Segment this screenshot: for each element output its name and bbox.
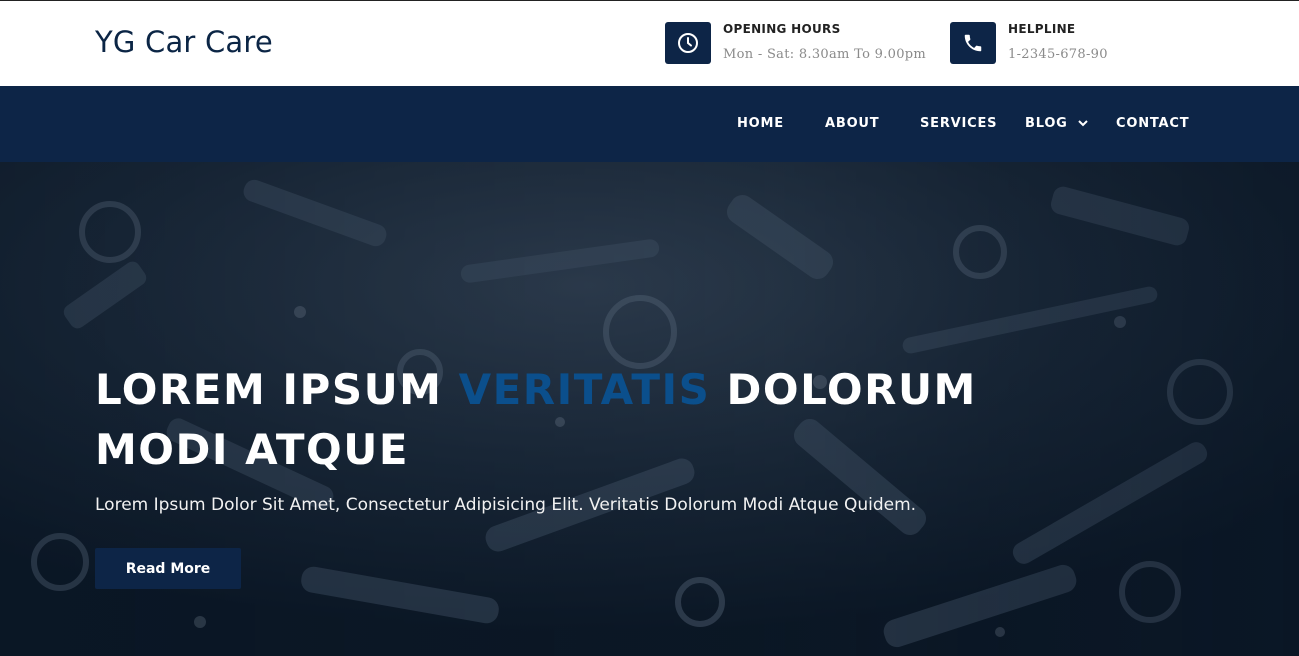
- nav-home[interactable]: HOME: [737, 116, 784, 131]
- clock-icon: [665, 22, 711, 64]
- opening-hours-title: OPENING HOURS: [723, 22, 841, 36]
- nav-about[interactable]: ABOUT: [825, 116, 879, 131]
- helpline-number[interactable]: 1-2345-678-90: [1008, 47, 1108, 62]
- site-logo[interactable]: YG Car Care: [95, 25, 273, 59]
- chevron-down-icon: [1078, 116, 1088, 131]
- helpline-title: HELPLINE: [1008, 22, 1076, 36]
- opening-hours-text: Mon - Sat: 8.30am To 9.00pm: [723, 47, 927, 62]
- top-header: YG Car Care OPENING HOURS Mon - Sat: 8.3…: [0, 0, 1299, 86]
- hero-subtitle: Lorem Ipsum Dolor Sit Amet, Consectetur …: [95, 495, 917, 515]
- nav-blog-label: BLOG: [1025, 116, 1068, 131]
- nav-services[interactable]: SERVICES: [920, 116, 997, 131]
- nav-contact[interactable]: CONTACT: [1116, 116, 1189, 131]
- read-more-button[interactable]: Read More: [95, 548, 241, 589]
- main-nav: HOME ABOUT SERVICES BLOG CONTACT: [0, 86, 1299, 162]
- hero-title: LOREM IPSUM VERITATIS DOLORUM MODI ATQUE: [95, 360, 1075, 480]
- hero-banner: LOREM IPSUM VERITATIS DOLORUM MODI ATQUE…: [0, 162, 1299, 656]
- nav-blog[interactable]: BLOG: [1025, 116, 1088, 131]
- hero-title-part1: LOREM IPSUM: [95, 365, 459, 414]
- hero-title-accent: VERITATIS: [458, 365, 711, 414]
- phone-icon: [950, 22, 996, 64]
